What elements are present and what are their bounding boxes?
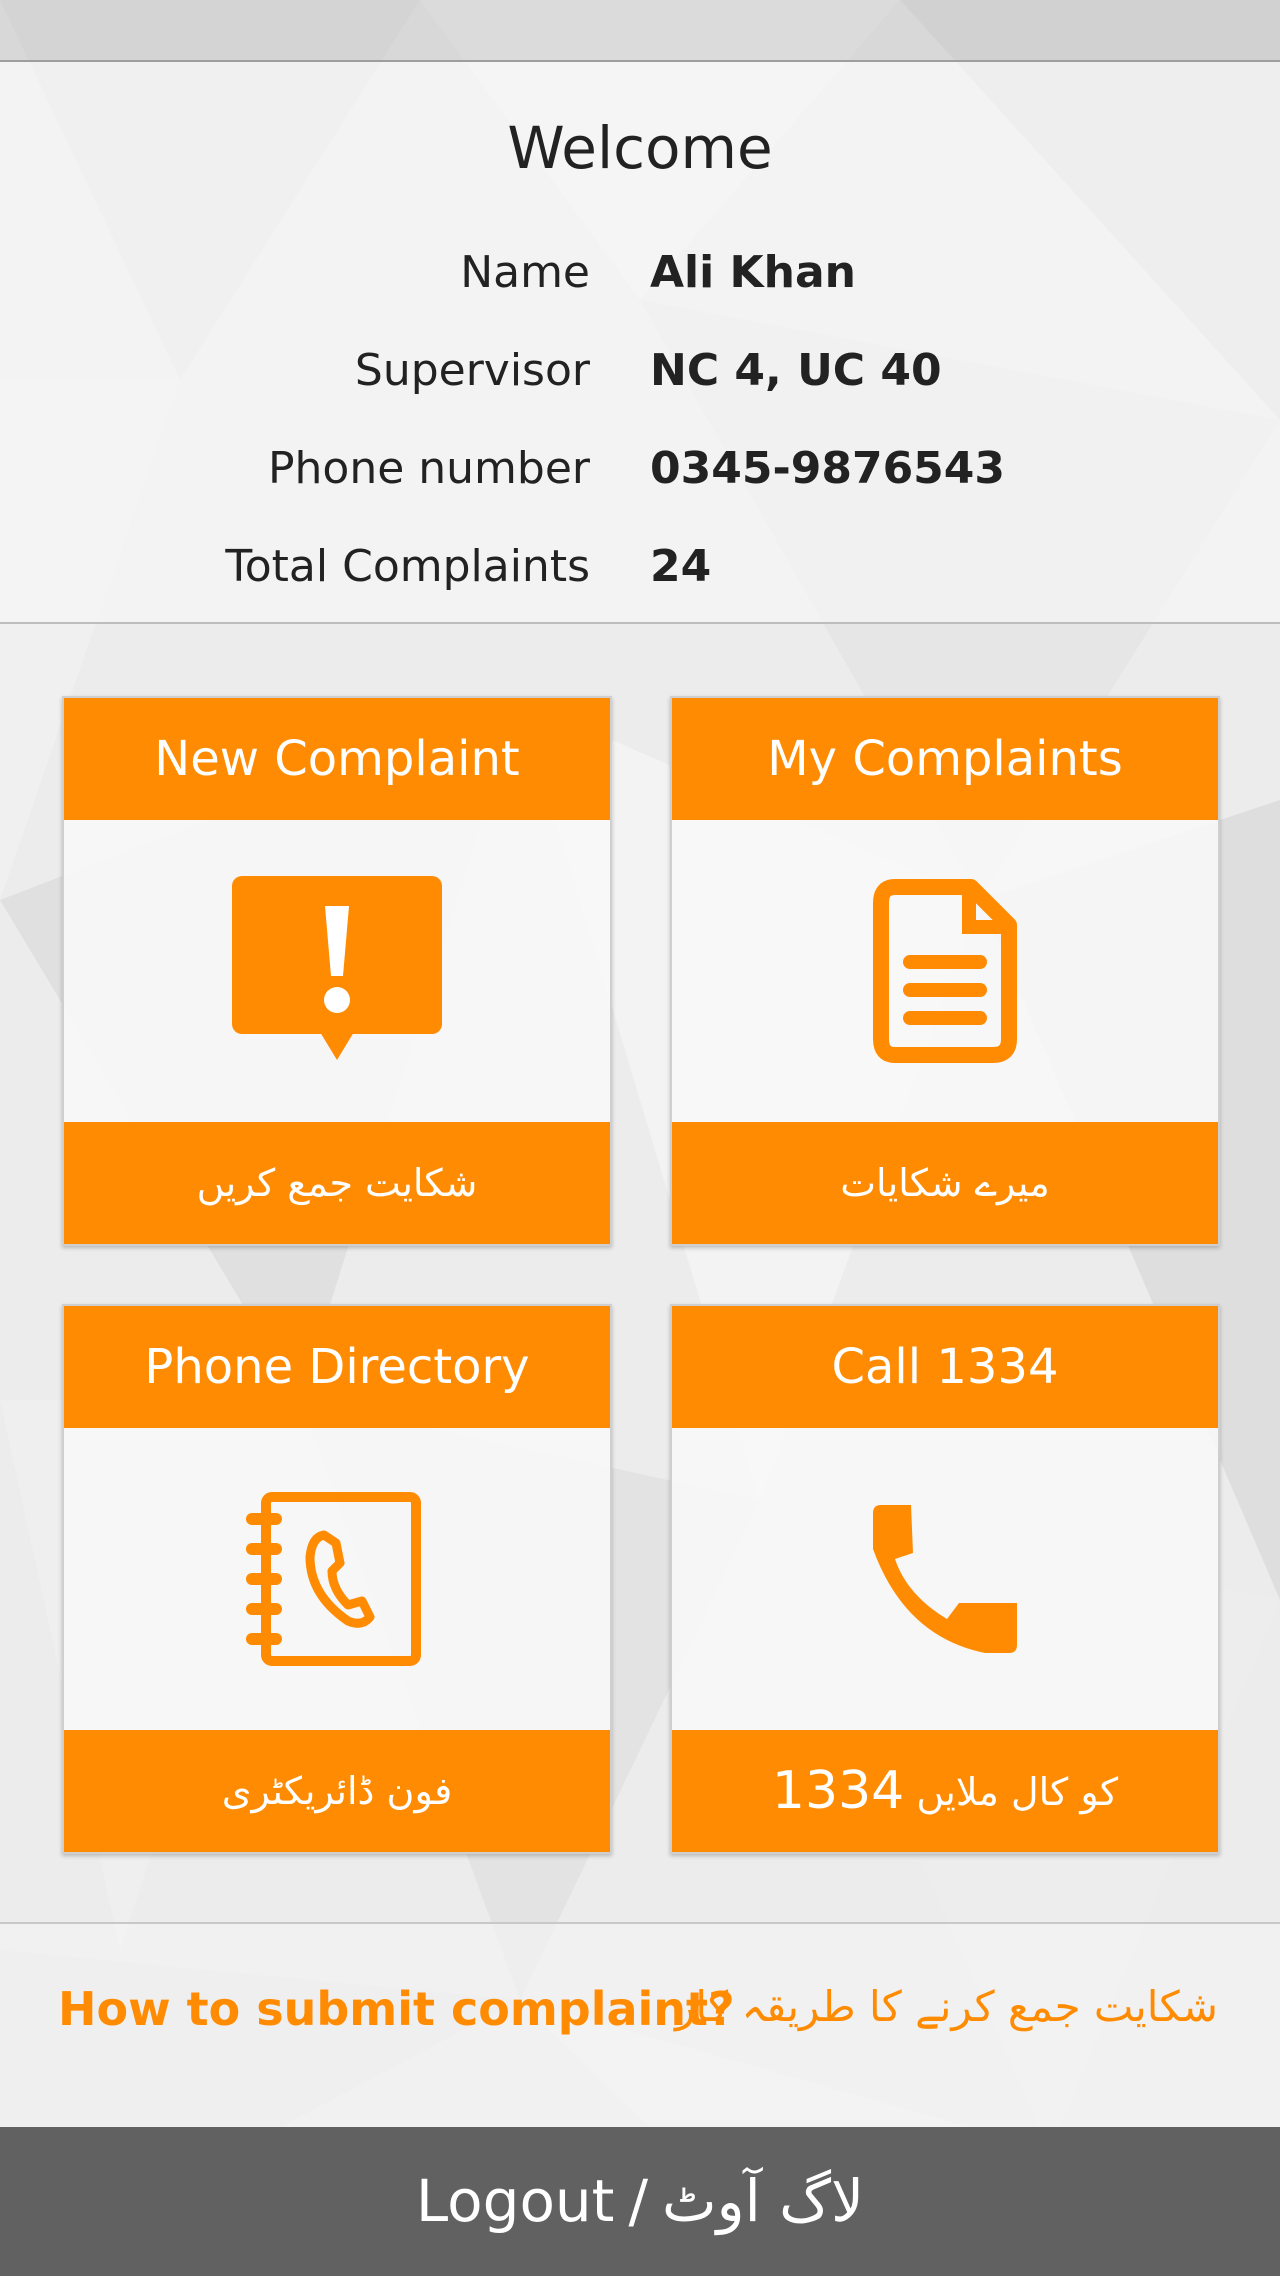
phone-directory-title: Phone Directory <box>64 1306 610 1428</box>
phone-handset-icon <box>672 1428 1218 1730</box>
call-subtitle-number: 1334 <box>771 1761 905 1821</box>
info-row-total-complaints: Total Complaints 24 <box>0 532 1280 602</box>
phone-directory-subtitle: فون ڈائریکٹری <box>64 1730 610 1852</box>
name-value: Ali Khan <box>650 247 856 298</box>
new-complaint-subtitle: شکایت جمع کریں <box>64 1122 610 1244</box>
phone-label: Phone number <box>267 443 590 494</box>
supervisor-label: Supervisor <box>354 345 590 396</box>
name-label: Name <box>460 247 590 298</box>
profile-panel: Welcome Name Ali Khan Supervisor NC 4, U… <box>0 62 1280 624</box>
document-icon <box>672 820 1218 1122</box>
my-complaints-title: My Complaints <box>672 698 1218 820</box>
new-complaint-tile[interactable]: New Complaint شکایت جمع کریں <box>62 696 612 1246</box>
phone-value: 0345-9876543 <box>650 443 1006 494</box>
call-1334-tile[interactable]: Call 1334 کو کال ملایں 1334 <box>670 1304 1220 1854</box>
call-1334-title: Call 1334 <box>672 1306 1218 1428</box>
my-complaints-subtitle: میرے شکایات <box>672 1122 1218 1244</box>
total-complaints-label: Total Complaints <box>225 541 590 592</box>
new-complaint-title: New Complaint <box>64 698 610 820</box>
alert-speech-bubble-icon <box>64 820 610 1122</box>
top-strip <box>0 0 1280 62</box>
call-subtitle-text: کو کال ملایں <box>916 1770 1119 1814</box>
info-row-phone: Phone number 0345-9876543 <box>0 434 1280 504</box>
total-complaints-value: 24 <box>650 541 712 592</box>
phone-directory-tile[interactable]: Phone Directory فون ڈائریکٹری <box>62 1304 612 1854</box>
logout-button[interactable]: Logout / لاگ آوٹ <box>0 2127 1280 2276</box>
welcome-title: Welcome <box>507 114 773 182</box>
how-to-submit-link[interactable]: How to submit complaint? <box>58 1982 735 2036</box>
logout-english: Logout <box>415 2167 615 2235</box>
supervisor-value: NC 4, UC 40 <box>650 345 942 396</box>
address-book-phone-icon <box>64 1428 610 1730</box>
how-to-submit-urdu-link[interactable]: شکایت جمع کرنے کا طریقہ کار <box>675 1982 1218 2031</box>
call-1334-subtitle: کو کال ملایں 1334 <box>672 1730 1218 1852</box>
how-to-submit-row: How to submit complaint? شکایت جمع کرنے … <box>0 1922 1280 2129</box>
info-row-name: Name Ali Khan <box>0 238 1280 308</box>
info-row-supervisor: Supervisor NC 4, UC 40 <box>0 336 1280 406</box>
logout-separator: / <box>628 2167 648 2235</box>
my-complaints-tile[interactable]: My Complaints میرے شکایات <box>670 696 1220 1246</box>
logout-urdu: لاگ آوٹ <box>661 2167 865 2235</box>
